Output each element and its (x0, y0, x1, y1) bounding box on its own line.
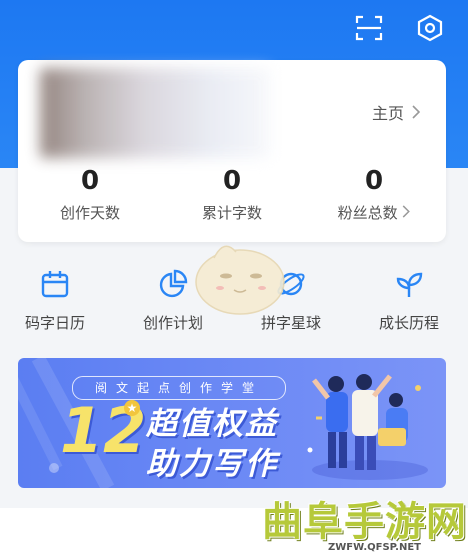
sprout-icon (396, 272, 423, 297)
stat-label: 累计字数 (201, 204, 262, 222)
chevron-right-icon (412, 105, 420, 119)
nav-writing-calendar[interactable]: 码字日历 (0, 264, 110, 333)
home-link[interactable]: 主页 (372, 100, 420, 124)
watermark-text: 曲阜手游网 (262, 499, 467, 545)
banner-line1: 超值权益 (146, 406, 278, 442)
scan-icon[interactable] (355, 14, 383, 42)
stat-value: 0 (80, 166, 100, 196)
nav-label: 成长历程 (378, 314, 439, 332)
settings-hexagon-icon[interactable] (416, 14, 444, 42)
calendar-icon (41, 271, 69, 298)
nav-label: 码字日历 (24, 314, 85, 332)
stat-value: 0 (222, 166, 242, 196)
home-label: 主页 (371, 104, 404, 123)
blurred-avatar-and-name (40, 68, 270, 158)
banner-line2: 助力写作 (146, 446, 278, 482)
stat-value: 0 (364, 166, 384, 196)
watermark-url: ZWFW.QFSP.NET (328, 542, 421, 553)
promo-banner[interactable]: 阅文起点创作学堂 12 ★ 超值权益 助力写作 (18, 358, 446, 488)
stat-total-words: 0 累计字数 (172, 166, 292, 223)
star-icon: ★ (124, 400, 140, 416)
stat-label: 粉丝总数 (337, 204, 398, 222)
nav-growth-history[interactable]: 成长历程 (354, 264, 464, 333)
stat-label-row: 粉丝总数 (314, 202, 434, 223)
stat-creation-days: 0 创作天数 (30, 166, 150, 223)
stat-total-fans[interactable]: 0 粉丝总数 (314, 166, 434, 223)
stat-label: 创作天数 (59, 204, 120, 222)
chevron-right-icon (403, 205, 411, 218)
profile-card: 主页 0 创作天数 0 累计字数 0 粉丝总数 (18, 60, 446, 242)
mascot-watermark-image (195, 245, 285, 315)
